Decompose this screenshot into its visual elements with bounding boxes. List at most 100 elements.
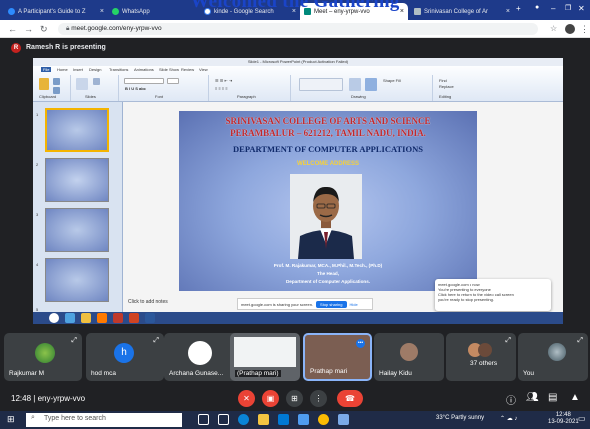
participant-tile-self[interactable]: ⤢ You bbox=[518, 333, 588, 381]
search-icon: ⌕ bbox=[31, 414, 35, 421]
ribbon-group-drawing: Shape Fill Drawing bbox=[293, 75, 433, 101]
back-icon[interactable]: ← bbox=[8, 24, 17, 34]
pin-icon[interactable]: ⤢ bbox=[153, 337, 159, 345]
presenting-notification[interactable]: meet.google.com • now You're presenting … bbox=[435, 279, 551, 311]
camera-off-icon[interactable]: ▣ bbox=[262, 390, 279, 407]
pin-icon[interactable]: ⤢ bbox=[71, 337, 77, 345]
address-input[interactable]: 🔒︎ meet.google.com/eny-yrpw-vvo bbox=[58, 23, 538, 35]
notification-icon[interactable]: ▭ bbox=[578, 414, 586, 423]
slide-welcome: WELCOME ADDRESS bbox=[296, 161, 360, 167]
search-placeholder: Type here to search bbox=[44, 415, 106, 422]
slide-caption-dept: Department of Computer Applications. bbox=[285, 279, 371, 284]
more-menu-icon[interactable]: ⋮ bbox=[580, 24, 589, 35]
screen-share-bar: meet.google.com is sharing your screen. … bbox=[237, 298, 373, 310]
avatar[interactable] bbox=[565, 24, 575, 34]
ribbon-tab-animations[interactable]: Animations bbox=[134, 67, 154, 72]
pin-icon[interactable]: ⤢ bbox=[505, 337, 511, 345]
word-icon bbox=[145, 313, 155, 323]
file-explorer-icon[interactable] bbox=[258, 414, 269, 425]
arrange-icon[interactable] bbox=[349, 78, 361, 91]
align-icon[interactable]: ≡ ≡ ≡ ≡ bbox=[215, 86, 228, 91]
replace-icon[interactable]: Replace bbox=[439, 84, 454, 89]
bold-icon[interactable]: B I U S abc bbox=[125, 86, 146, 91]
bullets-icon[interactable]: ☰ ☰ ⇤ ⇥ bbox=[215, 78, 232, 83]
participant-tile[interactable]: (Prathap mari) bbox=[230, 333, 300, 381]
ribbon-tab-review[interactable]: Review bbox=[181, 67, 194, 72]
chrome-icon[interactable] bbox=[318, 414, 329, 425]
avatar: h bbox=[114, 343, 134, 363]
photos-icon[interactable] bbox=[338, 414, 349, 425]
slide-thumbnail-pane: 1 2 3 4 5 bbox=[33, 102, 123, 312]
clock-date: 13-09-2021 bbox=[548, 419, 579, 425]
presenter-avatar: R bbox=[11, 43, 21, 53]
windows-start-icon[interactable]: ⊞ bbox=[7, 414, 15, 425]
ribbon-tab-home[interactable]: Home bbox=[57, 67, 68, 72]
font-size-select[interactable] bbox=[167, 78, 179, 84]
slide-college-name: SRINIVASAN COLLEGE OF ARTS AND SCIENCE bbox=[225, 116, 431, 126]
font-select[interactable] bbox=[124, 78, 164, 84]
weather-text[interactable]: 33°C Partly sunny bbox=[436, 415, 484, 421]
info-icon[interactable]: ⓘ bbox=[506, 392, 516, 407]
ribbon-tab-file[interactable]: File bbox=[41, 67, 52, 72]
stop-sharing-button[interactable]: Stop sharing bbox=[316, 300, 347, 308]
system-tray-icons[interactable]: ⌃ ☁ ♪ bbox=[500, 415, 517, 422]
participant-tile[interactable]: ⤢ Rajkumar M bbox=[4, 333, 82, 381]
hide-button[interactable]: Hide bbox=[350, 302, 358, 307]
participant-tile[interactable]: ⤢ h hod mca bbox=[86, 333, 164, 381]
shape-fill-icon[interactable]: Shape Fill bbox=[383, 78, 401, 83]
mail-icon[interactable] bbox=[298, 414, 309, 425]
bookmark-star-icon[interactable]: ☆ bbox=[550, 24, 557, 33]
microphone-off-icon[interactable]: ✕ bbox=[238, 390, 255, 407]
shapes-gallery[interactable] bbox=[299, 78, 343, 91]
ribbon-tab-view[interactable]: View bbox=[199, 67, 208, 72]
pin-icon[interactable]: ⤢ bbox=[577, 337, 583, 345]
store-icon[interactable] bbox=[278, 414, 289, 425]
slide-thumbnail-2[interactable] bbox=[45, 158, 109, 202]
speaker-photo bbox=[290, 174, 362, 259]
ribbon-tab-transitions[interactable]: Transitions bbox=[109, 67, 128, 72]
task-view-icon[interactable] bbox=[218, 414, 229, 425]
slide-thumbnail-3[interactable] bbox=[45, 208, 109, 252]
present-screen-icon[interactable]: ⊞ bbox=[286, 390, 303, 407]
people-icon[interactable]: 👥︎ bbox=[526, 392, 539, 403]
ribbon-group-label: Paragraph bbox=[237, 94, 256, 99]
more-options-icon[interactable]: ⋮ bbox=[310, 390, 327, 407]
find-icon[interactable]: Find bbox=[439, 78, 447, 83]
slide-thumbnail-1[interactable] bbox=[45, 108, 109, 152]
slide-caption-title: The Head, bbox=[317, 271, 339, 276]
current-slide[interactable]: SRINIVASAN COLLEGE OF ARTS AND SCIENCE P… bbox=[179, 111, 477, 291]
url-text: meet.google.com/eny-yrpw-vvo bbox=[71, 25, 162, 32]
participant-name: You bbox=[523, 370, 534, 377]
participant-tile-speaking[interactable]: ••• Prathap mari bbox=[303, 333, 372, 381]
start-orb-icon bbox=[49, 313, 59, 323]
participant-tile-others[interactable]: ⤢ 37 others bbox=[446, 333, 516, 381]
slide-thumbnail-4[interactable] bbox=[45, 258, 109, 302]
cortana-icon[interactable] bbox=[198, 414, 209, 425]
edge-icon[interactable] bbox=[238, 414, 249, 425]
ppt-title-bar: Slide1 - Microsoft PowerPoint (Product A… bbox=[33, 58, 563, 66]
forward-icon[interactable]: → bbox=[24, 24, 33, 34]
ribbon-tab-slideshow[interactable]: Slide Show bbox=[159, 67, 179, 72]
avatar bbox=[478, 343, 492, 357]
activities-icon[interactable]: ▲ bbox=[570, 392, 580, 403]
layout-icon[interactable] bbox=[93, 78, 100, 85]
ribbon-tab-insert[interactable]: Insert bbox=[73, 67, 83, 72]
thumb-number: 2 bbox=[36, 162, 39, 167]
paste-icon[interactable] bbox=[39, 78, 49, 90]
notes-placeholder[interactable]: Click to add notes bbox=[128, 299, 238, 305]
taskbar-search-input[interactable]: ⌕ Type here to search bbox=[26, 413, 182, 427]
cut-icon[interactable] bbox=[53, 78, 60, 85]
new-slide-icon[interactable] bbox=[76, 78, 88, 90]
chat-icon[interactable]: ▤ bbox=[548, 392, 557, 403]
thumb-number: 3 bbox=[36, 212, 39, 217]
avatar bbox=[35, 343, 55, 363]
quick-styles-icon[interactable] bbox=[365, 78, 377, 91]
ribbon-tab-design[interactable]: Design bbox=[89, 67, 101, 72]
reload-icon[interactable]: ↻ bbox=[40, 24, 48, 35]
copy-icon[interactable] bbox=[53, 87, 60, 94]
share-text: meet.google.com is sharing your screen. bbox=[241, 301, 314, 307]
clock[interactable]: 12:48 13-09-2021 bbox=[548, 412, 579, 426]
hang-up-icon[interactable]: ☎ bbox=[337, 390, 363, 407]
more-icon[interactable]: ••• bbox=[356, 339, 365, 348]
participant-tile[interactable]: Hailay Kidu bbox=[374, 333, 444, 381]
